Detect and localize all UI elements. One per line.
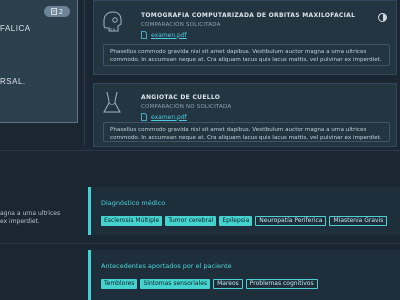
study-card: TOMOGRAFIA COMPUTARIZADA DE ORBITAS MAXI… [93, 0, 397, 75]
study-file-name[interactable]: examen.pdf [151, 114, 187, 121]
tag-chip[interactable]: Tumor cerebral [165, 216, 217, 226]
file-icon [141, 113, 147, 121]
patient-card [0, 0, 78, 123]
tag-chip[interactable]: Síntomas sensoriales [140, 279, 211, 289]
study-notes: Phasellus commodo gravida nisi sit amet … [103, 122, 390, 142]
diagnostico-section: Diagnóstico médico Esclerosis Múltiple Tu… [88, 187, 400, 235]
tag-chip[interactable]: Neuropatía Periferica [255, 216, 327, 226]
lower-left-line-2: ex imperdiet. [0, 218, 40, 225]
diagnostico-title: Diagnóstico médico [101, 199, 166, 207]
antecedentes-tags: Temblores Síntomas sensoriales Mareos Probl… [101, 279, 318, 289]
tag-chip[interactable]: Epilepsia [219, 216, 253, 226]
contrast-icon[interactable] [378, 13, 387, 22]
count-badge: 2 [44, 6, 70, 17]
study-card: ANGIOTAC DE CUELLO COMPARACIÓN NO SOLICI… [93, 83, 397, 147]
tag-chip[interactable]: Esclerosis Múltiple [101, 216, 163, 226]
diagnostico-tags: Esclerosis Múltiple Tumor cerebral Epileps… [101, 216, 388, 226]
study-title: TOMOGRAFIA COMPUTARIZADA DE ORBITAS MAXI… [141, 12, 356, 19]
tag-chip[interactable]: Problemas cognitivos [245, 279, 318, 289]
study-file-name[interactable]: examen.pdf [151, 32, 187, 39]
lower-left-line-1: agna a urna ultrices [0, 210, 61, 217]
neck-icon [103, 91, 121, 113]
divider [0, 150, 400, 151]
antecedentes-title: Antecedentes aportados por el paciente [101, 262, 232, 270]
study-comparison: COMPARACIÓN NO SOLICITADA [141, 104, 232, 110]
study-title: ANGIOTAC DE CUELLO [141, 94, 221, 101]
lower-left-text: agna a urna ultrices ex imperdiet. [0, 210, 60, 226]
study-file-link[interactable]: examen.pdf [141, 113, 187, 121]
divider [84, 0, 85, 146]
left-card-text-2: RSAL. [0, 77, 26, 86]
document-icon [50, 8, 57, 15]
study-notes: Phasellus commodo gravida nisi sit amet … [103, 44, 390, 66]
left-card-text-1: FALICA [0, 24, 31, 33]
tag-chip[interactable]: Mareos [213, 279, 243, 289]
tag-chip[interactable]: Temblores [101, 279, 138, 289]
count-badge-value: 2 [58, 7, 64, 16]
antecedentes-section: Antecedentes aportados por el paciente T… [88, 250, 400, 300]
file-icon [141, 31, 147, 39]
tag-chip[interactable]: Miastenia Gravis [329, 216, 388, 226]
study-comparison: COMPARACIÓN SOLICITADA [141, 22, 221, 28]
study-file-link[interactable]: examen.pdf [141, 31, 187, 39]
divider [0, 243, 400, 244]
skull-icon [103, 11, 122, 32]
